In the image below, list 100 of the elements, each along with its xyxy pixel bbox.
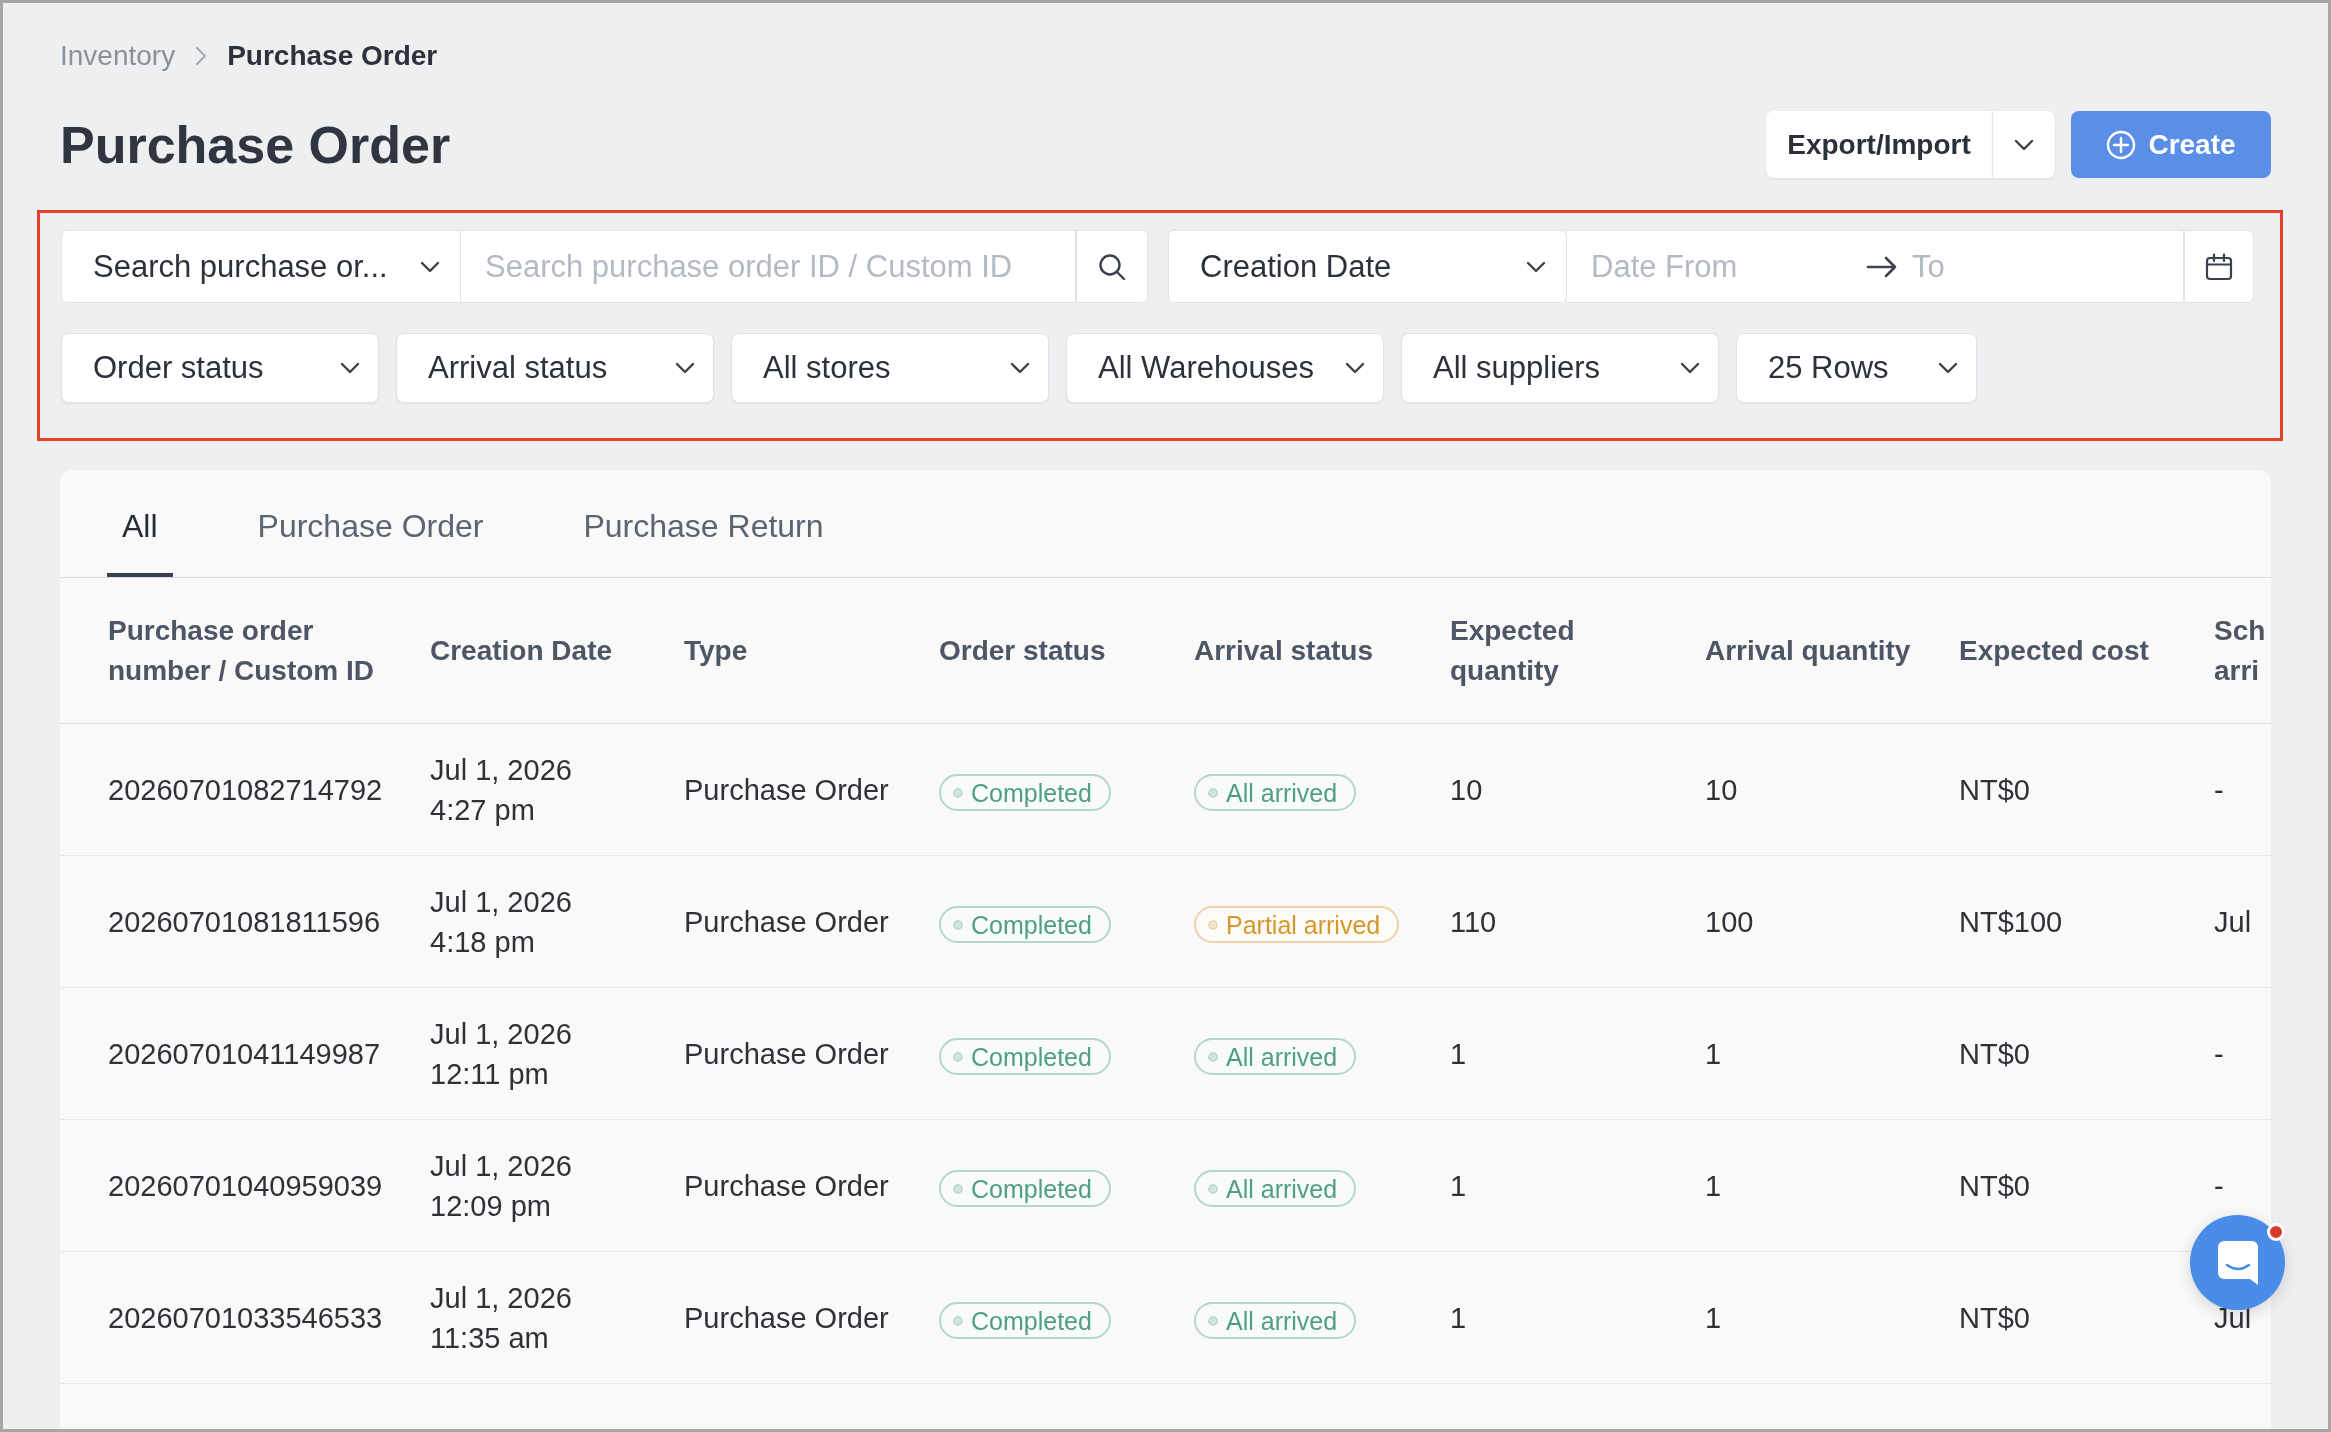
table-cell-text: 1 <box>1705 1300 1723 1336</box>
dot-icon <box>1208 787 1218 798</box>
filter-dropdown[interactable]: All stores <box>731 333 1049 403</box>
chevron-down-icon <box>1938 362 1958 374</box>
chevron-right-icon <box>195 46 208 66</box>
table-cell-text: Jul 1, 2026 4:27 pm <box>430 752 573 828</box>
column-header: Order status <box>939 633 1107 668</box>
tab[interactable]: Purchase Return <box>568 470 839 577</box>
filter-dropdown[interactable]: Order status <box>61 333 379 403</box>
status-label: Partial arrived <box>1226 909 1381 940</box>
table-cell-text: 20260701040959039 <box>108 1168 384 1204</box>
table-cell-text: Jul 1, 2026 12:11 pm <box>430 1016 573 1092</box>
dot-icon <box>1208 1183 1218 1194</box>
dot-icon <box>953 919 963 930</box>
table-cell-text: - <box>2214 1168 2225 1204</box>
dot-icon <box>953 1315 963 1326</box>
table-cell-text: Purchase Order <box>684 1036 890 1072</box>
dot-icon <box>953 787 963 798</box>
search-scope-dropdown[interactable]: Search purchase or... <box>61 230 461 303</box>
table-cell-text: Purchase Order <box>684 1168 890 1204</box>
status-label: All arrived <box>1226 777 1338 808</box>
column-header: Arrival status <box>1194 633 1374 668</box>
dot-icon <box>953 1183 963 1194</box>
column-header: Sch arri <box>2214 613 2267 688</box>
chevron-down-icon <box>1010 362 1030 374</box>
table-cell-text: 10 <box>1450 772 1484 808</box>
table-cell-text: Purchase Order <box>684 904 890 940</box>
column-header: Arrival quantity <box>1705 633 1912 668</box>
table-cell-text: Purchase Order <box>684 772 890 808</box>
filter-dropdown[interactable]: All suppliers <box>1401 333 1719 403</box>
table-cell-text: Jul 1, 2026 12:09 pm <box>430 1148 573 1224</box>
date-type-dropdown[interactable]: Creation Date <box>1168 230 1567 303</box>
page-title: Purchase Order <box>60 114 451 176</box>
chevron-down-icon <box>1680 362 1700 374</box>
table-cell-text: Purchase Order <box>684 1300 890 1336</box>
status-label: Completed <box>971 909 1092 940</box>
table-cell-text: 1 <box>1450 1168 1468 1204</box>
tab[interactable]: All <box>107 470 173 577</box>
table-cell-text: Jul 1, 2026 11:35 am <box>430 1280 573 1356</box>
dot-icon <box>1208 1051 1218 1062</box>
status-label: Completed <box>971 777 1092 808</box>
column-header: Expected cost <box>1959 633 2150 668</box>
chevron-down-icon <box>2014 138 2034 151</box>
date-range-picker[interactable]: Date From To <box>1567 230 2184 303</box>
date-to-field[interactable]: To <box>1912 248 2183 285</box>
tab[interactable]: Purchase Order <box>242 470 499 577</box>
table-cell-text: Jul <box>2214 1300 2253 1336</box>
table-cell-text: 100 <box>1705 904 1755 940</box>
table-cell-text: 10 <box>1705 772 1739 808</box>
dot-icon <box>1208 919 1218 930</box>
date-from-field[interactable]: Date From <box>1591 248 1866 285</box>
calendar-button[interactable] <box>2184 230 2254 303</box>
table-cell-text: 1 <box>1450 1036 1468 1072</box>
table-cell-text: 20260701082714792 <box>108 772 384 808</box>
status-label: All arrived <box>1226 1305 1338 1336</box>
chevron-down-icon <box>1526 260 1546 273</box>
arrow-right-icon <box>1866 254 1898 279</box>
column-header: Type <box>684 633 749 668</box>
breadcrumb-current: Purchase Order <box>227 40 438 72</box>
status-label: Completed <box>971 1305 1092 1336</box>
table-cell-text: 20260701033546533 <box>108 1300 384 1336</box>
search-field[interactable]: Search purchase order ID / Custom ID <box>461 230 1076 303</box>
table-cell-text: Jul 1, 2026 4:18 pm <box>430 884 573 960</box>
table-cell-text: 110 <box>1450 904 1498 940</box>
chat-icon <box>2215 1238 2260 1287</box>
table-cell-text: - <box>2214 1036 2225 1072</box>
chevron-down-icon <box>340 362 360 374</box>
table-cell-text: - <box>2214 772 2225 808</box>
chevron-down-icon <box>420 260 440 273</box>
dot-icon <box>953 1051 963 1062</box>
column-header: Expected quantity <box>1450 613 1576 688</box>
chevron-down-icon <box>675 362 695 374</box>
dropdown-toggle-button[interactable] <box>1992 111 2055 178</box>
search-button[interactable] <box>1076 230 1148 303</box>
status-label: All arrived <box>1226 1041 1338 1072</box>
column-header: Purchase order number / Custom ID <box>108 613 375 688</box>
table-cell-text: NT$100 <box>1959 904 2064 940</box>
filter-dropdown[interactable]: Arrival status <box>396 333 714 403</box>
table-cell-text: 20260701041149987 <box>108 1036 382 1072</box>
dot-icon <box>1208 1315 1218 1326</box>
table-cell-text: NT$0 <box>1959 1168 2031 1204</box>
table-cell-text: 1 <box>1705 1168 1723 1204</box>
status-label: Completed <box>971 1041 1092 1072</box>
table-cell-text: NT$0 <box>1959 1300 2031 1336</box>
table-cell-text: 20260701081811596 <box>108 904 382 940</box>
status-label: All arrived <box>1226 1173 1338 1204</box>
table-cell-text: NT$0 <box>1959 772 2031 808</box>
column-header: Creation Date <box>430 633 614 668</box>
export-import-button[interactable]: Export/Import <box>1766 111 1992 178</box>
table-cell-text: Jul <box>2214 904 2253 940</box>
plus-circle-icon <box>2106 129 2137 160</box>
filter-dropdown[interactable]: 25 Rows <box>1736 333 1977 403</box>
table-cell-text: NT$0 <box>1959 1036 2031 1072</box>
chevron-down-icon <box>1345 362 1365 374</box>
table-cell-text: 1 <box>1705 1036 1723 1072</box>
filter-dropdown[interactable]: All Warehouses <box>1066 333 1384 403</box>
search-icon <box>1098 252 1126 281</box>
status-label: Completed <box>971 1173 1092 1204</box>
calendar-icon <box>2205 252 2233 281</box>
table-cell-text: 1 <box>1450 1300 1468 1336</box>
